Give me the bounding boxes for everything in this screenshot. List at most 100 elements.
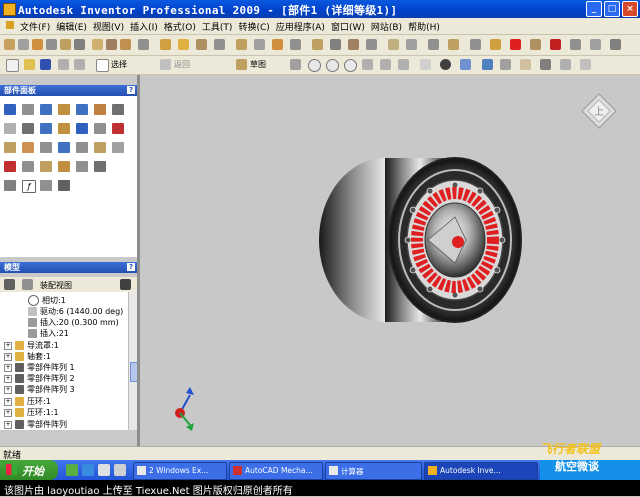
task-autocad[interactable]: AutoCAD Mecha... [229, 462, 323, 480]
tree-row-pattern-2[interactable]: + 零部件阵列 2 [4, 373, 75, 384]
close-button[interactable]: × [622, 1, 638, 17]
key-icon[interactable] [348, 39, 359, 50]
gear-icon[interactable] [254, 39, 265, 50]
select-button[interactable]: 选择 [111, 59, 127, 70]
reflection-icon[interactable] [520, 59, 531, 70]
menu-convert[interactable]: 转换(C) [238, 20, 269, 33]
ie-icon[interactable] [82, 464, 94, 476]
menu-edit[interactable]: 编辑(E) [56, 20, 87, 33]
create-icon[interactable] [22, 104, 34, 115]
new-icon[interactable] [6, 59, 19, 72]
binoculars-icon[interactable] [120, 279, 131, 290]
hierarchy-icon[interactable] [22, 279, 33, 290]
bolt-icon[interactable] [312, 39, 323, 50]
expand-icon[interactable]: + [4, 363, 12, 372]
create-sketch-icon[interactable] [4, 142, 16, 153]
tree-row-drive[interactable]: 驱动:6 (1440.00 deg) [28, 306, 123, 317]
belt-icon[interactable] [388, 39, 399, 50]
frame-generator-icon[interactable] [428, 39, 439, 50]
open-icon[interactable] [24, 59, 35, 70]
task-inventor[interactable]: Autodesk Inve... [424, 462, 538, 480]
expand-icon[interactable]: + [4, 374, 12, 383]
half-section-icon[interactable] [580, 59, 591, 70]
fx-parameters-icon[interactable]: ƒ [22, 180, 36, 193]
feature-icon[interactable] [160, 39, 171, 50]
start-button[interactable]: 开始 [0, 460, 58, 480]
tree-row-sleeve[interactable]: + 轴套:1 [4, 351, 51, 362]
spring-icon[interactable] [290, 39, 301, 50]
work-plane-icon[interactable] [22, 142, 34, 153]
show-desktop-icon[interactable] [66, 464, 78, 476]
menu-format[interactable]: 格式(O) [164, 20, 196, 33]
create-component-icon[interactable] [18, 39, 29, 50]
extrude-icon[interactable] [94, 142, 106, 153]
frame-icon[interactable] [214, 39, 225, 50]
pattern-icon[interactable] [32, 39, 43, 50]
stress-icon[interactable] [490, 39, 501, 50]
filter-icon[interactable] [4, 279, 15, 290]
tree-row-tangent[interactable]: 相切:1 [28, 295, 66, 306]
chain-icon[interactable] [406, 39, 417, 50]
constraint-tool-icon[interactable] [4, 123, 16, 134]
expand-icon[interactable]: + [4, 408, 12, 417]
shaded-display-icon[interactable] [440, 59, 451, 70]
replace-component-icon[interactable] [112, 104, 124, 115]
zoom-all-icon[interactable] [344, 59, 357, 72]
place-component-icon[interactable] [4, 39, 15, 50]
analyze-interference-icon[interactable] [112, 123, 124, 134]
design-accelerator-icon[interactable] [448, 39, 459, 50]
expand-icon[interactable]: + [4, 385, 12, 394]
copy-component-icon[interactable] [94, 104, 106, 115]
model-help-icon[interactable]: ? [127, 263, 135, 271]
save-icon[interactable] [40, 59, 51, 70]
model-browser-header[interactable]: 模型 ? [0, 262, 137, 273]
fillet-icon[interactable] [40, 161, 52, 172]
place-icon[interactable] [4, 104, 16, 115]
hole-icon[interactable] [4, 161, 16, 172]
bill-of-materials-icon[interactable] [94, 123, 106, 134]
measure-icon[interactable] [40, 180, 52, 191]
tree-row-pressure-ring-2[interactable]: + 压环:1:1 [4, 407, 59, 418]
section-icon[interactable] [138, 39, 149, 50]
quicklaunch-icon-2[interactable] [114, 464, 126, 476]
derive-icon[interactable] [178, 39, 189, 50]
maximize-button[interactable]: □ [604, 1, 620, 17]
panel-bar-header[interactable]: 部件面板 ? [0, 85, 137, 96]
mold-icon[interactable] [610, 39, 621, 50]
sketch-icon[interactable] [236, 59, 247, 70]
graphics-viewport[interactable] [140, 75, 640, 446]
bearing-icon[interactable] [272, 39, 283, 50]
cable-icon[interactable] [550, 39, 561, 50]
tree-row-insert-21[interactable]: 插入:21 [28, 328, 69, 339]
pan-icon[interactable] [362, 59, 373, 70]
expand-icon[interactable]: + [4, 397, 12, 406]
work-axis-icon[interactable] [40, 142, 52, 153]
menu-view[interactable]: 视图(V) [93, 20, 124, 33]
menu-web[interactable]: 网站(B) [371, 20, 402, 33]
panel-help-icon[interactable]: ? [127, 86, 135, 94]
analysis-icon[interactable] [470, 39, 481, 50]
task-windows-explorer[interactable]: 2 Windows Ex... [133, 462, 227, 480]
camera-icon[interactable] [482, 59, 493, 70]
move-icon[interactable] [92, 39, 103, 50]
update-icon[interactable] [290, 59, 301, 70]
shaft-icon[interactable] [236, 39, 247, 50]
iMate-icon[interactable] [76, 161, 88, 172]
document-icon[interactable] [6, 21, 14, 29]
assembly-view-dropdown[interactable]: 装配视图 [40, 280, 72, 291]
pattern-component-icon[interactable] [58, 104, 70, 115]
menu-tools[interactable]: 工具(T) [202, 20, 233, 33]
menu-help[interactable]: 帮助(H) [408, 20, 440, 33]
expand-icon[interactable]: + [4, 420, 12, 429]
chamfer-icon[interactable] [22, 161, 34, 172]
sweep-icon[interactable] [58, 161, 70, 172]
bolt-connection-icon[interactable] [58, 123, 70, 134]
constraint-icon[interactable] [74, 39, 85, 50]
sketch-button[interactable]: 草图 [250, 59, 266, 70]
studio-icon[interactable] [590, 39, 601, 50]
copy-icon[interactable] [60, 39, 71, 50]
inventor-app-icon[interactable] [3, 3, 16, 16]
tree-row-pressure-ring[interactable]: + 压环:1 [4, 396, 51, 407]
tree-row-fairing[interactable]: + 导流罩:1 [4, 340, 59, 351]
return-icon[interactable] [160, 59, 171, 70]
